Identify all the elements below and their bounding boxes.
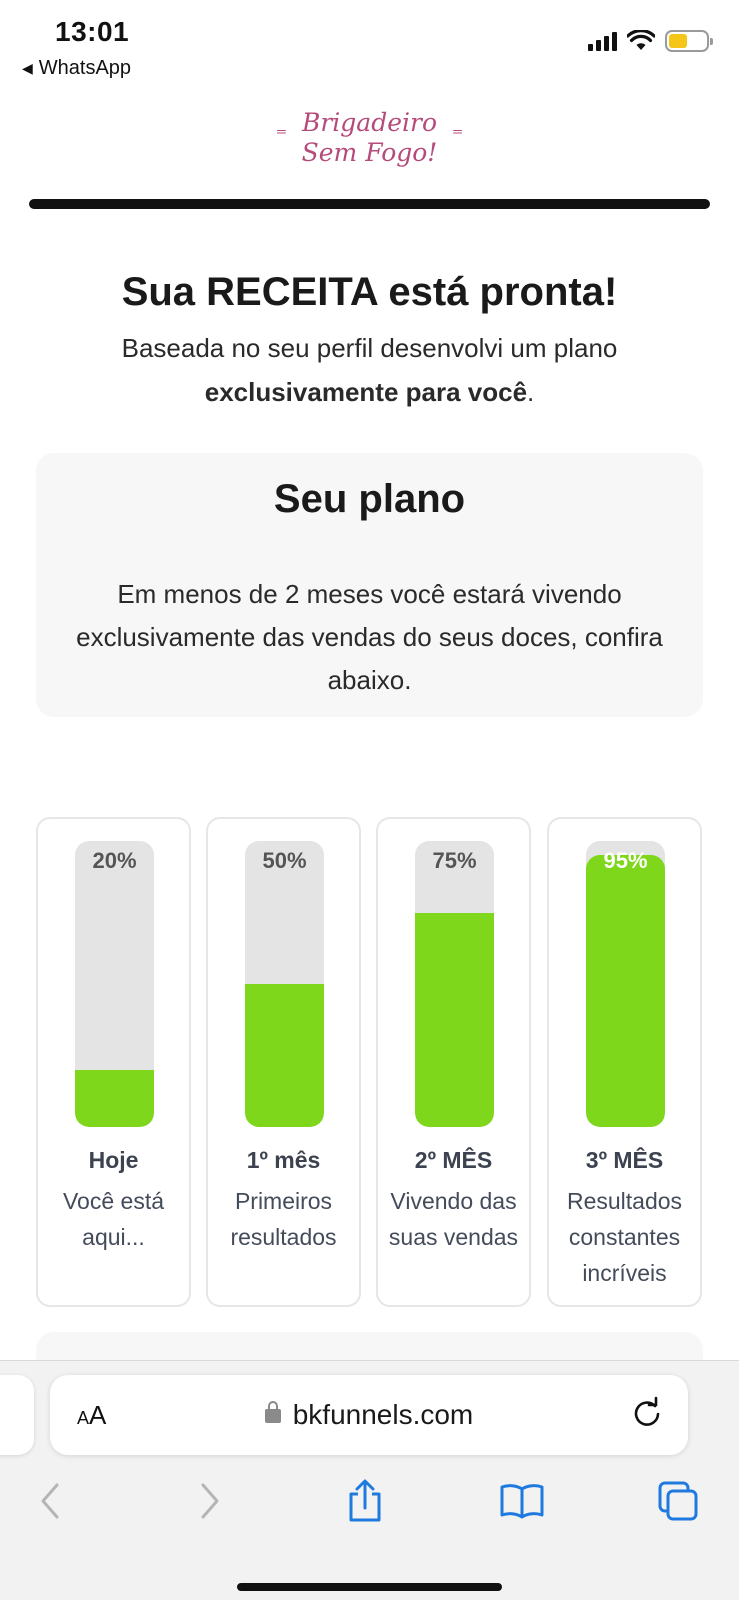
progress-card: 20% Hoje Você está aqui... — [36, 817, 191, 1307]
logo-line1: Brigadeiro — [301, 108, 438, 137]
bar-track: 20% — [75, 841, 154, 1127]
progress-card: 50% 1º mês Primeiros resultados — [206, 817, 361, 1307]
bar-description: Resultados constantes incríveis — [566, 1188, 683, 1286]
forward-arrow-icon[interactable] — [180, 1471, 240, 1531]
bar-track: 75% — [415, 841, 494, 1127]
progress-bars-section: 20% Hoje Você está aqui... 50% 1º mês Pr… — [36, 817, 703, 1307]
next-section-card — [36, 1332, 703, 1362]
bar-label: 3º MÊS — [585, 1147, 664, 1173]
status-icons — [588, 30, 713, 52]
bar-fill — [586, 855, 665, 1127]
page-subtitle: Baseada no seu perfil desenvolvi um plan… — [60, 326, 679, 414]
logo-sparkle-icon: ⁼ — [451, 124, 464, 149]
bar-label: 2º MÊS — [414, 1147, 493, 1173]
bar-label: 1º mês — [246, 1147, 321, 1173]
browser-toolbar — [0, 1471, 739, 1541]
bar-percent: 20% — [92, 848, 137, 873]
subtitle-text: Baseada no seu perfil desenvolvi um plan… — [121, 333, 618, 363]
bar-track: 50% — [245, 841, 324, 1127]
reload-icon[interactable] — [628, 1395, 666, 1433]
page-title: Sua RECEITA está pronta! — [121, 270, 618, 314]
bar-percent: 50% — [262, 848, 307, 873]
tabs-icon[interactable] — [648, 1471, 708, 1531]
status-bar: 13:01 ◀ WhatsApp — [0, 0, 739, 90]
quiz-progress-bar — [29, 199, 710, 209]
logo-line2: Sem Fogo! — [301, 138, 438, 167]
browser-chrome: AA bkfunnels.com — [0, 1360, 739, 1600]
bar-description: Vivendo das suas vendas — [388, 1188, 519, 1250]
plan-title: Seu plano — [273, 477, 466, 521]
back-to-app-link[interactable]: ◀ WhatsApp — [22, 57, 131, 80]
bar-fill — [415, 912, 494, 1127]
url-field[interactable]: bkfunnels.com — [50, 1399, 688, 1431]
bar-description: Primeiros resultados — [230, 1188, 337, 1250]
logo-sparkle-icon: ⁼ — [275, 124, 288, 149]
subtitle-end: . — [527, 377, 535, 407]
back-triangle-icon: ◀ — [22, 60, 33, 76]
bar-percent: 75% — [432, 848, 477, 873]
battery-icon — [665, 30, 713, 52]
lock-icon — [264, 1401, 281, 1423]
home-indicator — [237, 1583, 502, 1591]
bar-description: Você está aqui... — [62, 1188, 165, 1250]
subtitle-bold-text: exclusivamente para você — [204, 377, 528, 407]
url-text: bkfunnels.com — [292, 1399, 474, 1430]
bookmarks-icon[interactable] — [492, 1471, 552, 1531]
bar-track: 95% — [586, 841, 665, 1127]
brand-logo: ⁼ Brigadeiro Sem Fogo! ⁼ — [0, 108, 739, 168]
plan-card: Seu plano Em menos de 2 meses você estar… — [36, 453, 703, 717]
cellular-signal-icon — [588, 31, 617, 51]
status-time: 13:01 — [55, 16, 130, 47]
bar-fill — [75, 1069, 154, 1127]
progress-card: 95% 3º MÊS Resultados constantes incríve… — [547, 817, 702, 1307]
bar-percent: 95% — [603, 848, 648, 873]
back-arrow-icon[interactable] — [20, 1471, 80, 1531]
bar-label: Hoje — [88, 1147, 139, 1173]
address-bar[interactable]: AA bkfunnels.com — [50, 1375, 688, 1455]
progress-card: 75% 2º MÊS Vivendo das suas vendas — [376, 817, 531, 1307]
share-icon[interactable] — [335, 1471, 395, 1531]
plan-description: Em menos de 2 meses você estará vivendo … — [76, 579, 663, 695]
previous-tab-preview[interactable] — [0, 1375, 34, 1455]
bar-fill — [245, 984, 324, 1127]
back-app-label: WhatsApp — [38, 57, 132, 79]
wifi-icon — [627, 30, 655, 50]
